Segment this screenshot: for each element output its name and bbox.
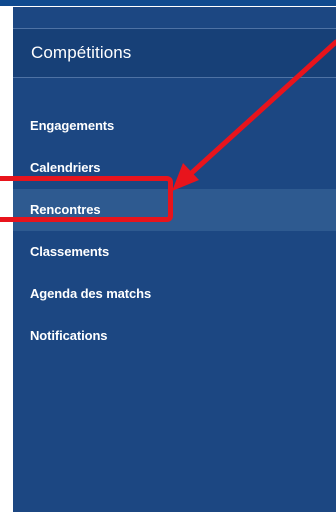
annotation-highlight-box (0, 176, 173, 222)
sidebar-item-label: Calendriers (30, 160, 101, 175)
sidebar-item-engagements[interactable]: Engagements (13, 105, 336, 147)
sidebar: Compétitions Engagements Calendriers Ren… (13, 7, 336, 512)
page: Compétitions Engagements Calendriers Ren… (0, 0, 336, 512)
sidebar-menu: Engagements Calendriers Rencontres Class… (13, 105, 336, 357)
sidebar-title: Compétitions (31, 43, 132, 62)
sidebar-header[interactable]: Compétitions (13, 28, 336, 78)
sidebar-item-label: Agenda des matchs (30, 286, 152, 301)
sidebar-item-agenda-des-matchs[interactable]: Agenda des matchs (13, 273, 336, 315)
sidebar-item-label: Classements (30, 244, 110, 259)
top-strip (0, 0, 336, 6)
sidebar-item-notifications[interactable]: Notifications (13, 315, 336, 357)
sidebar-item-classements[interactable]: Classements (13, 231, 336, 273)
sidebar-item-label: Notifications (30, 328, 108, 343)
sidebar-item-label: Engagements (30, 118, 115, 133)
